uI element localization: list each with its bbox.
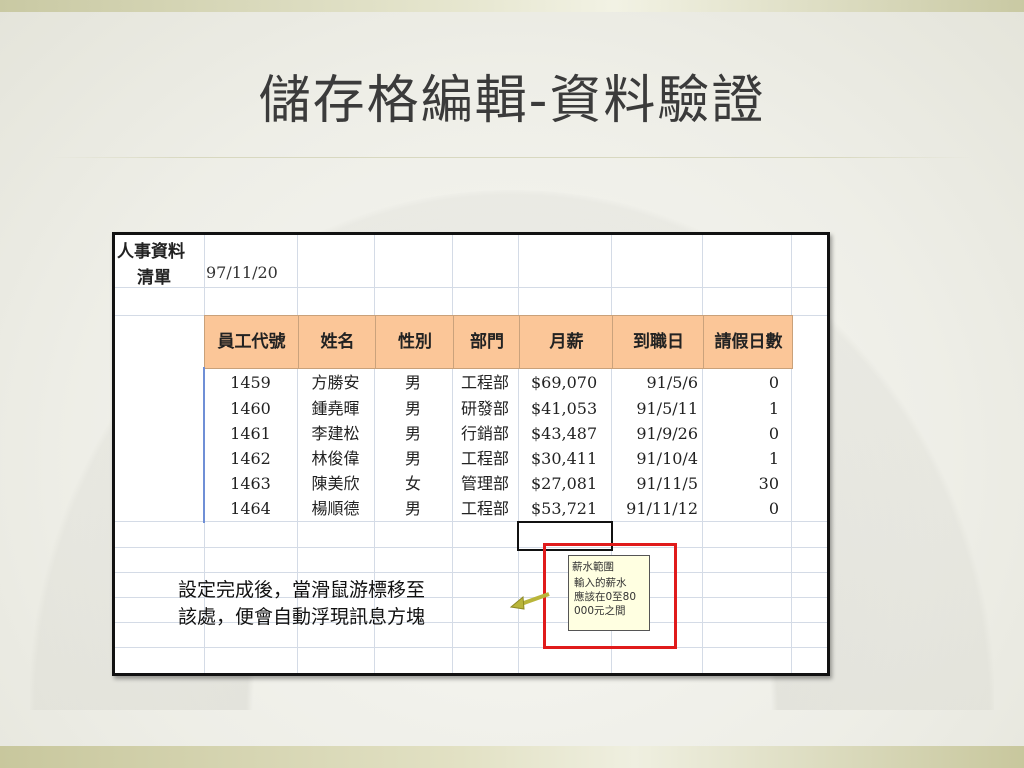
cell-salary: $69,070 [531, 373, 598, 392]
pointer-arrow-icon [509, 592, 550, 610]
cell-employee-id: 1462 [230, 449, 271, 468]
cell-salary: $43,487 [531, 424, 598, 443]
cell-department: 管理部 [460, 474, 509, 493]
sheet-title-line2: 清單 [137, 268, 171, 288]
explanation-note: 設定完成後，當滑鼠游標移至 該處，便會自動浮現訊息方塊 [178, 577, 425, 631]
cell-salary: $27,081 [531, 474, 598, 493]
cell-name: 鍾堯暉 [311, 399, 360, 418]
header-gender: 性別 [375, 316, 454, 368]
grid-row-line [115, 521, 827, 522]
grid-col-line [791, 235, 792, 673]
cell-leave-days: 1 [768, 399, 779, 418]
sheet-date: 97/11/20 [206, 263, 278, 282]
cell-department: 工程部 [460, 373, 509, 392]
cell-leave-days: 0 [768, 499, 779, 518]
cell-employee-id: 1463 [230, 474, 271, 493]
cell-name: 方勝安 [311, 373, 360, 392]
cell-employee-id: 1461 [230, 424, 271, 443]
cell-employee-id: 1460 [230, 399, 271, 418]
table-header-row: 員工代號 姓名 性別 部門 月薪 到職日 請假日數 [204, 315, 793, 369]
header-department: 部門 [453, 316, 520, 368]
cell-department: 研發部 [460, 399, 509, 418]
cell-name: 李建松 [311, 424, 360, 443]
cell-leave-days: 1 [768, 449, 779, 468]
header-hire-date: 到職日 [612, 316, 704, 368]
sheet-title-line1: 人事資料 [117, 242, 185, 262]
cell-gender: 男 [404, 449, 421, 468]
grid-row-line [115, 287, 827, 288]
grid-row-line [115, 547, 827, 548]
cell-gender: 男 [404, 373, 421, 392]
cell-employee-id: 1464 [230, 499, 271, 518]
cell-gender: 男 [404, 499, 421, 518]
header-salary: 月薪 [519, 316, 613, 368]
cell-department: 行銷部 [460, 424, 509, 443]
cell-hire-date: 91/11/12 [626, 499, 698, 518]
cell-leave-days: 0 [768, 373, 779, 392]
cell-hire-date: 91/5/6 [646, 373, 699, 392]
grid-row-line [115, 647, 827, 648]
validation-input-message: 薪水範圍 輸入的薪水 應該在0至80 000元之間 [568, 555, 650, 631]
cell-hire-date: 91/10/4 [636, 449, 698, 468]
cell-salary: $41,053 [531, 399, 598, 418]
cell-department: 工程部 [460, 449, 509, 468]
top-decor-band [0, 0, 1024, 12]
header-name: 姓名 [298, 316, 376, 368]
note-line2: 該處，便會自動浮現訊息方塊 [178, 606, 426, 628]
cell-hire-date: 91/11/5 [636, 474, 698, 493]
slide-title: 儲存格編輯-資料驗證 [258, 71, 766, 131]
title-divider [50, 157, 972, 158]
note-line1: 設定完成後，當滑鼠游標移至 [178, 579, 426, 601]
header-employee-id: 員工代號 [217, 332, 286, 352]
cell-name: 陳美欣 [311, 474, 360, 493]
cell-gender: 女 [404, 474, 421, 493]
spreadsheet-screenshot: 人事資料 清單 97/11/20 員工代號 姓名 性別 部門 月薪 到職日 請假… [112, 232, 830, 676]
cell-leave-days: 0 [768, 424, 779, 443]
cell-name: 林俊偉 [311, 449, 360, 468]
grid-row-line [115, 572, 827, 573]
cell-gender: 男 [404, 399, 421, 418]
tooltip-title: 薪水範圍 [572, 561, 614, 573]
tooltip-line2: 應該在0至80 [574, 591, 637, 603]
tooltip-line1: 輸入的薪水 [574, 577, 627, 589]
cell-department: 工程部 [460, 499, 509, 518]
cell-employee-id: 1459 [230, 373, 271, 392]
cell-name: 楊順德 [311, 499, 360, 518]
cell-leave-days: 30 [758, 474, 779, 493]
cell-hire-date: 91/9/26 [636, 424, 698, 443]
cell-salary: $30,411 [531, 449, 598, 468]
bottom-decor-band [0, 746, 1024, 768]
cell-salary: $53,721 [531, 499, 598, 518]
header-leave-days: 請假日數 [703, 316, 793, 368]
tooltip-line3: 000元之間 [574, 605, 626, 617]
cell-gender: 男 [404, 424, 421, 443]
cell-hire-date: 91/5/11 [636, 399, 698, 418]
